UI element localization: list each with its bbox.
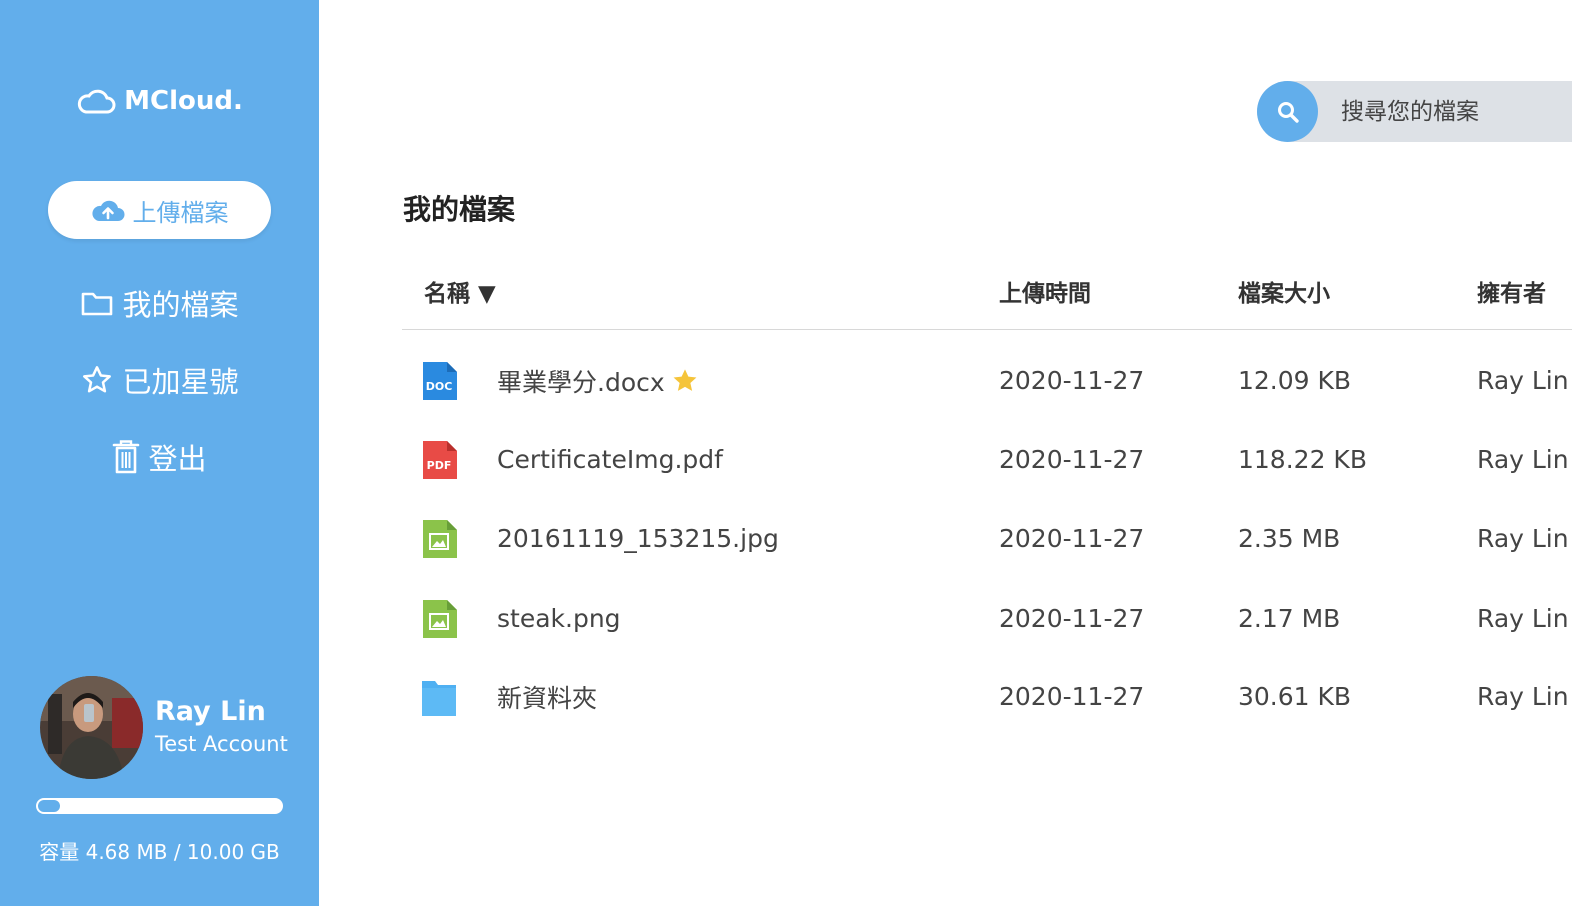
file-row[interactable]: PDF CertificateImg.pdf 2020-11-27 118.22…	[402, 420, 1572, 499]
folder-row[interactable]: 新資料夾 2020-11-27 30.61 KB Ray Lin	[402, 657, 1572, 736]
image-file-icon	[421, 499, 457, 578]
search-icon	[1277, 101, 1299, 123]
user-role: Test Account	[155, 732, 288, 756]
nav-logout-label: 登出	[148, 442, 207, 476]
pdf-file-icon: PDF	[421, 420, 457, 499]
app-logo[interactable]: MCloud.	[0, 84, 319, 118]
nav-starred[interactable]: 已加星號	[0, 357, 319, 403]
app-name: MCloud.	[124, 86, 243, 116]
image-file-icon	[421, 579, 457, 658]
search-button[interactable]	[1257, 81, 1318, 142]
file-name-text: 畢業學分.docx	[497, 367, 665, 397]
file-row[interactable]: DOC 畢業學分.docx 2020-11-27 12.09 KB Ray Li…	[402, 341, 1572, 420]
svg-text:DOC: DOC	[426, 380, 453, 393]
sidebar: MCloud. 上傳檔案 我的檔案 已加星號 登出 Ray Lin Test A…	[0, 0, 319, 906]
file-owner: Ray Lin	[1477, 524, 1569, 553]
file-size: 2.35 MB	[1238, 524, 1341, 553]
column-header-file-size[interactable]: 檔案大小	[1238, 274, 1330, 308]
page-title: 我的檔案	[403, 193, 516, 226]
search-input[interactable]	[1341, 95, 1561, 129]
file-size: 12.09 KB	[1238, 366, 1352, 395]
folder-name[interactable]: 新資料夾	[497, 657, 597, 736]
file-row[interactable]: steak.png 2020-11-27 2.17 MB Ray Lin	[402, 579, 1572, 658]
storage-usage-text: 容量 4.68 MB / 10.00 GB	[39, 840, 280, 864]
file-size: 2.17 MB	[1238, 604, 1341, 633]
file-size: 118.22 KB	[1238, 445, 1367, 474]
file-name[interactable]: 畢業學分.docx	[497, 341, 699, 420]
file-upload-date: 2020-11-27	[999, 682, 1145, 711]
file-owner: Ray Lin	[1477, 682, 1569, 711]
nav-starred-label: 已加星號	[122, 365, 239, 399]
nav-my-files-label: 我的檔案	[122, 288, 239, 322]
folder-icon	[421, 657, 457, 736]
user-name: Ray Lin	[155, 696, 266, 727]
file-upload-date: 2020-11-27	[999, 604, 1145, 633]
column-header-name[interactable]: 名稱 ▼	[424, 274, 496, 308]
upload-button-label: 上傳檔案	[132, 198, 229, 227]
trash-icon	[113, 440, 140, 474]
upload-button[interactable]: 上傳檔案	[48, 181, 271, 239]
file-upload-date: 2020-11-27	[999, 366, 1145, 395]
file-row[interactable]: 20161119_153215.jpg 2020-11-27 2.35 MB R…	[402, 499, 1572, 578]
file-name[interactable]: steak.png	[497, 579, 621, 658]
column-header-owner[interactable]: 擁有者	[1477, 274, 1546, 308]
storage-progress-bar	[36, 798, 283, 814]
file-table-header: 名稱 ▼ 上傳時間 檔案大小 擁有者	[402, 270, 1572, 330]
nav-my-files[interactable]: 我的檔案	[0, 280, 319, 326]
cloud-icon	[78, 89, 116, 114]
file-owner: Ray Lin	[1477, 366, 1569, 395]
star-filled-icon[interactable]	[671, 367, 699, 395]
file-upload-date: 2020-11-27	[999, 445, 1145, 474]
avatar-photo	[40, 675, 143, 779]
column-header-upload-date[interactable]: 上傳時間	[999, 274, 1091, 308]
star-outline-icon	[83, 366, 112, 393]
file-owner: Ray Lin	[1477, 445, 1569, 474]
search-bar	[1257, 81, 1572, 142]
svg-text:PDF: PDF	[427, 459, 452, 472]
nav-logout[interactable]: 登出	[0, 434, 319, 480]
file-size: 30.61 KB	[1238, 682, 1352, 711]
file-name[interactable]: CertificateImg.pdf	[497, 420, 723, 499]
user-profile[interactable]: Ray Lin Test Account	[40, 675, 288, 779]
cloud-upload-icon	[91, 200, 124, 221]
folder-outline-icon	[82, 292, 113, 316]
doc-file-icon: DOC	[421, 341, 457, 420]
avatar[interactable]	[40, 675, 143, 779]
file-upload-date: 2020-11-27	[999, 524, 1145, 553]
storage-progress-fill	[38, 800, 60, 812]
file-name[interactable]: 20161119_153215.jpg	[497, 499, 779, 578]
file-owner: Ray Lin	[1477, 604, 1569, 633]
